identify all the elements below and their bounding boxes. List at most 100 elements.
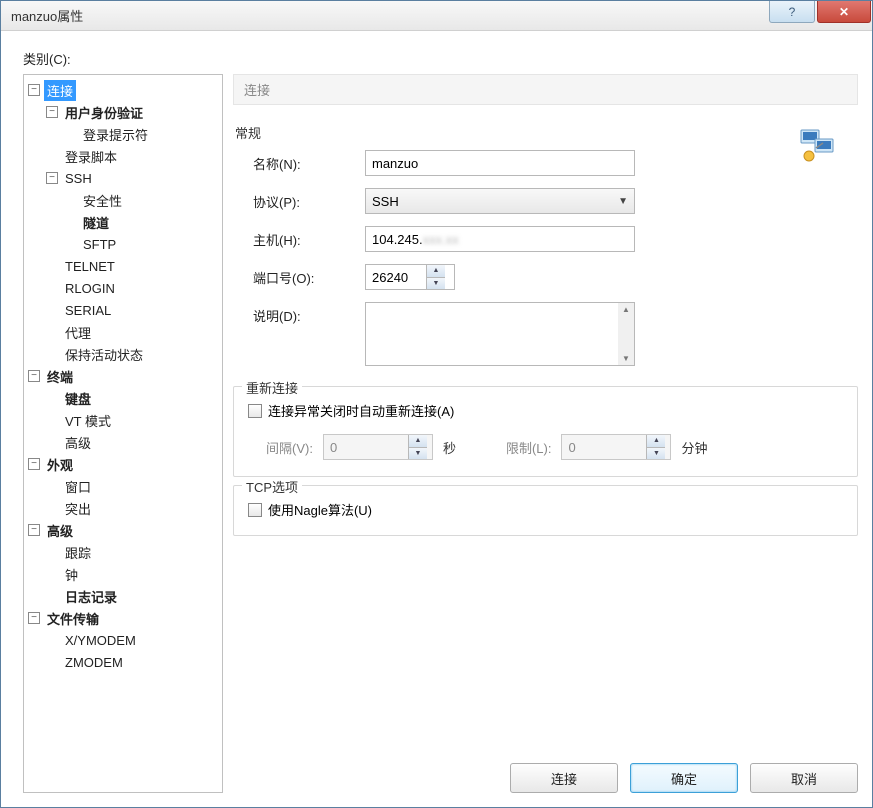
tree-label: TELNET <box>62 258 118 275</box>
tree-label: SFTP <box>80 236 119 253</box>
scroll-down-icon: ▼ <box>622 354 630 363</box>
tree-item-trace[interactable]: 跟踪 <box>46 541 220 563</box>
tree-item-appearance[interactable]: − 外观 <box>28 453 220 475</box>
tree-label: 登录提示符 <box>80 124 151 145</box>
tree-label: 键盘 <box>62 388 94 409</box>
scroll-up-icon: ▲ <box>622 305 630 314</box>
tree-label: 代理 <box>62 322 94 343</box>
tree-item-vt-mode[interactable]: VT 模式 <box>46 409 220 431</box>
tree-label: X/YMODEM <box>62 632 139 649</box>
tree-label: 钟 <box>62 564 81 585</box>
host-input[interactable]: 104.245.xxx.xx <box>365 226 635 252</box>
spin-up-icon[interactable]: ▲ <box>647 435 665 448</box>
interval-unit: 秒 <box>443 438 456 457</box>
port-label: 端口号(O): <box>235 268 365 287</box>
tree-label: 安全性 <box>80 190 125 211</box>
spin-up-icon[interactable]: ▲ <box>427 265 445 278</box>
general-label: 常规 <box>235 123 856 142</box>
tree-item-terminal[interactable]: − 终端 <box>28 365 220 387</box>
tree-label: 隧道 <box>80 212 112 233</box>
close-button[interactable]: ✕ <box>817 1 871 23</box>
cancel-button[interactable]: 取消 <box>750 763 858 793</box>
protocol-select[interactable]: SSH ▼ <box>365 188 635 214</box>
tree-item-keepalive[interactable]: 保持活动状态 <box>46 343 220 365</box>
category-tree[interactable]: − 连接 − 用户身份验证 登录提示符 <box>23 74 223 793</box>
collapse-icon[interactable]: − <box>28 370 40 382</box>
nagle-checkbox[interactable] <box>248 503 262 517</box>
host-blurred: xxx.xx <box>423 232 459 247</box>
spin-down-icon[interactable]: ▼ <box>647 448 665 460</box>
scrollbar[interactable]: ▲ ▼ <box>618 302 635 366</box>
port-input[interactable] <box>366 265 426 289</box>
category-label: 类别(C): <box>23 49 858 68</box>
tree-item-rlogin[interactable]: RLOGIN <box>46 277 220 299</box>
interval-spinner[interactable]: ▲ ▼ <box>323 434 433 460</box>
connect-button[interactable]: 连接 <box>510 763 618 793</box>
limit-input[interactable] <box>562 435 646 459</box>
tree-label: SERIAL <box>62 302 114 319</box>
auto-reconnect-label: 连接异常关闭时自动重新连接(A) <box>268 401 454 420</box>
tcp-label: TCP选项 <box>242 477 302 496</box>
tree-item-tunnel[interactable]: 隧道 <box>64 211 220 233</box>
tree-item-telnet[interactable]: TELNET <box>46 255 220 277</box>
tree-item-user-auth[interactable]: − 用户身份验证 <box>46 101 220 123</box>
tree-label: 文件传输 <box>44 608 102 629</box>
tree-item-login-prompt[interactable]: 登录提示符 <box>64 123 220 145</box>
desc-textarea[interactable] <box>365 302 618 366</box>
interval-input[interactable] <box>324 435 408 459</box>
auto-reconnect-checkbox[interactable] <box>248 404 262 418</box>
collapse-icon[interactable]: − <box>28 524 40 536</box>
tree-item-window[interactable]: 窗口 <box>46 475 220 497</box>
name-input[interactable] <box>365 150 635 176</box>
tree-item-logging[interactable]: 日志记录 <box>46 585 220 607</box>
tcp-group: TCP选项 使用Nagle算法(U) <box>233 485 858 536</box>
window-title: manzuo属性 <box>11 6 83 25</box>
collapse-icon[interactable]: − <box>46 172 58 184</box>
tree-item-xymodem[interactable]: X/YMODEM <box>46 629 220 651</box>
window-controls: ? ✕ <box>769 1 872 30</box>
tree-item-term-advanced[interactable]: 高级 <box>46 431 220 453</box>
collapse-icon[interactable]: − <box>28 612 40 624</box>
tree-item-bell[interactable]: 钟 <box>46 563 220 585</box>
tree-label: 保持活动状态 <box>62 344 146 365</box>
tree-label: 用户身份验证 <box>62 102 146 123</box>
tree-item-login-script[interactable]: 登录脚本 <box>46 145 220 167</box>
tree-label: 高级 <box>62 432 94 453</box>
spin-up-icon[interactable]: ▲ <box>409 435 427 448</box>
collapse-icon[interactable]: − <box>28 458 40 470</box>
general-group: 常规 名称(N): 协议(P): <box>233 119 858 378</box>
tree-item-popout[interactable]: 突出 <box>46 497 220 519</box>
tree-item-advanced[interactable]: − 高级 <box>28 519 220 541</box>
spin-down-icon[interactable]: ▼ <box>427 278 445 290</box>
panels: − 连接 − 用户身份验证 登录提示符 <box>23 74 858 793</box>
tree-item-sftp[interactable]: SFTP <box>64 233 220 255</box>
name-label: 名称(N): <box>235 154 365 173</box>
tree-item-keyboard[interactable]: 键盘 <box>46 387 220 409</box>
limit-spinner[interactable]: ▲ ▼ <box>561 434 671 460</box>
port-spinner[interactable]: ▲ ▼ <box>365 264 455 290</box>
collapse-icon[interactable]: − <box>46 106 58 118</box>
interval-label: 间隔(V): <box>266 438 313 457</box>
tree-item-security[interactable]: 安全性 <box>64 189 220 211</box>
section-header: 连接 <box>233 74 858 105</box>
tree-item-proxy[interactable]: 代理 <box>46 321 220 343</box>
nagle-label: 使用Nagle算法(U) <box>268 500 372 519</box>
tree-label: 跟踪 <box>62 542 94 563</box>
tree-item-ssh[interactable]: − SSH <box>46 167 220 189</box>
ok-button[interactable]: 确定 <box>630 763 738 793</box>
spin-down-icon[interactable]: ▼ <box>409 448 427 460</box>
tree-item-serial[interactable]: SERIAL <box>46 299 220 321</box>
titlebar: manzuo属性 ? ✕ <box>1 1 872 31</box>
limit-unit: 分钟 <box>681 438 707 457</box>
tree-label: 突出 <box>62 498 94 519</box>
protocol-value: SSH <box>372 194 399 209</box>
tree-item-connection[interactable]: − 连接 <box>28 79 220 101</box>
tree-item-file-transfer[interactable]: − 文件传输 <box>28 607 220 629</box>
tree-label: VT 模式 <box>62 410 114 431</box>
desc-label: 说明(D): <box>235 302 365 325</box>
help-icon: ? <box>789 5 796 19</box>
collapse-icon[interactable]: − <box>28 84 40 96</box>
tree-item-zmodem[interactable]: ZMODEM <box>46 651 220 673</box>
help-button[interactable]: ? <box>769 1 815 23</box>
settings-panel: 连接 常规 名称(N): <box>233 74 858 793</box>
